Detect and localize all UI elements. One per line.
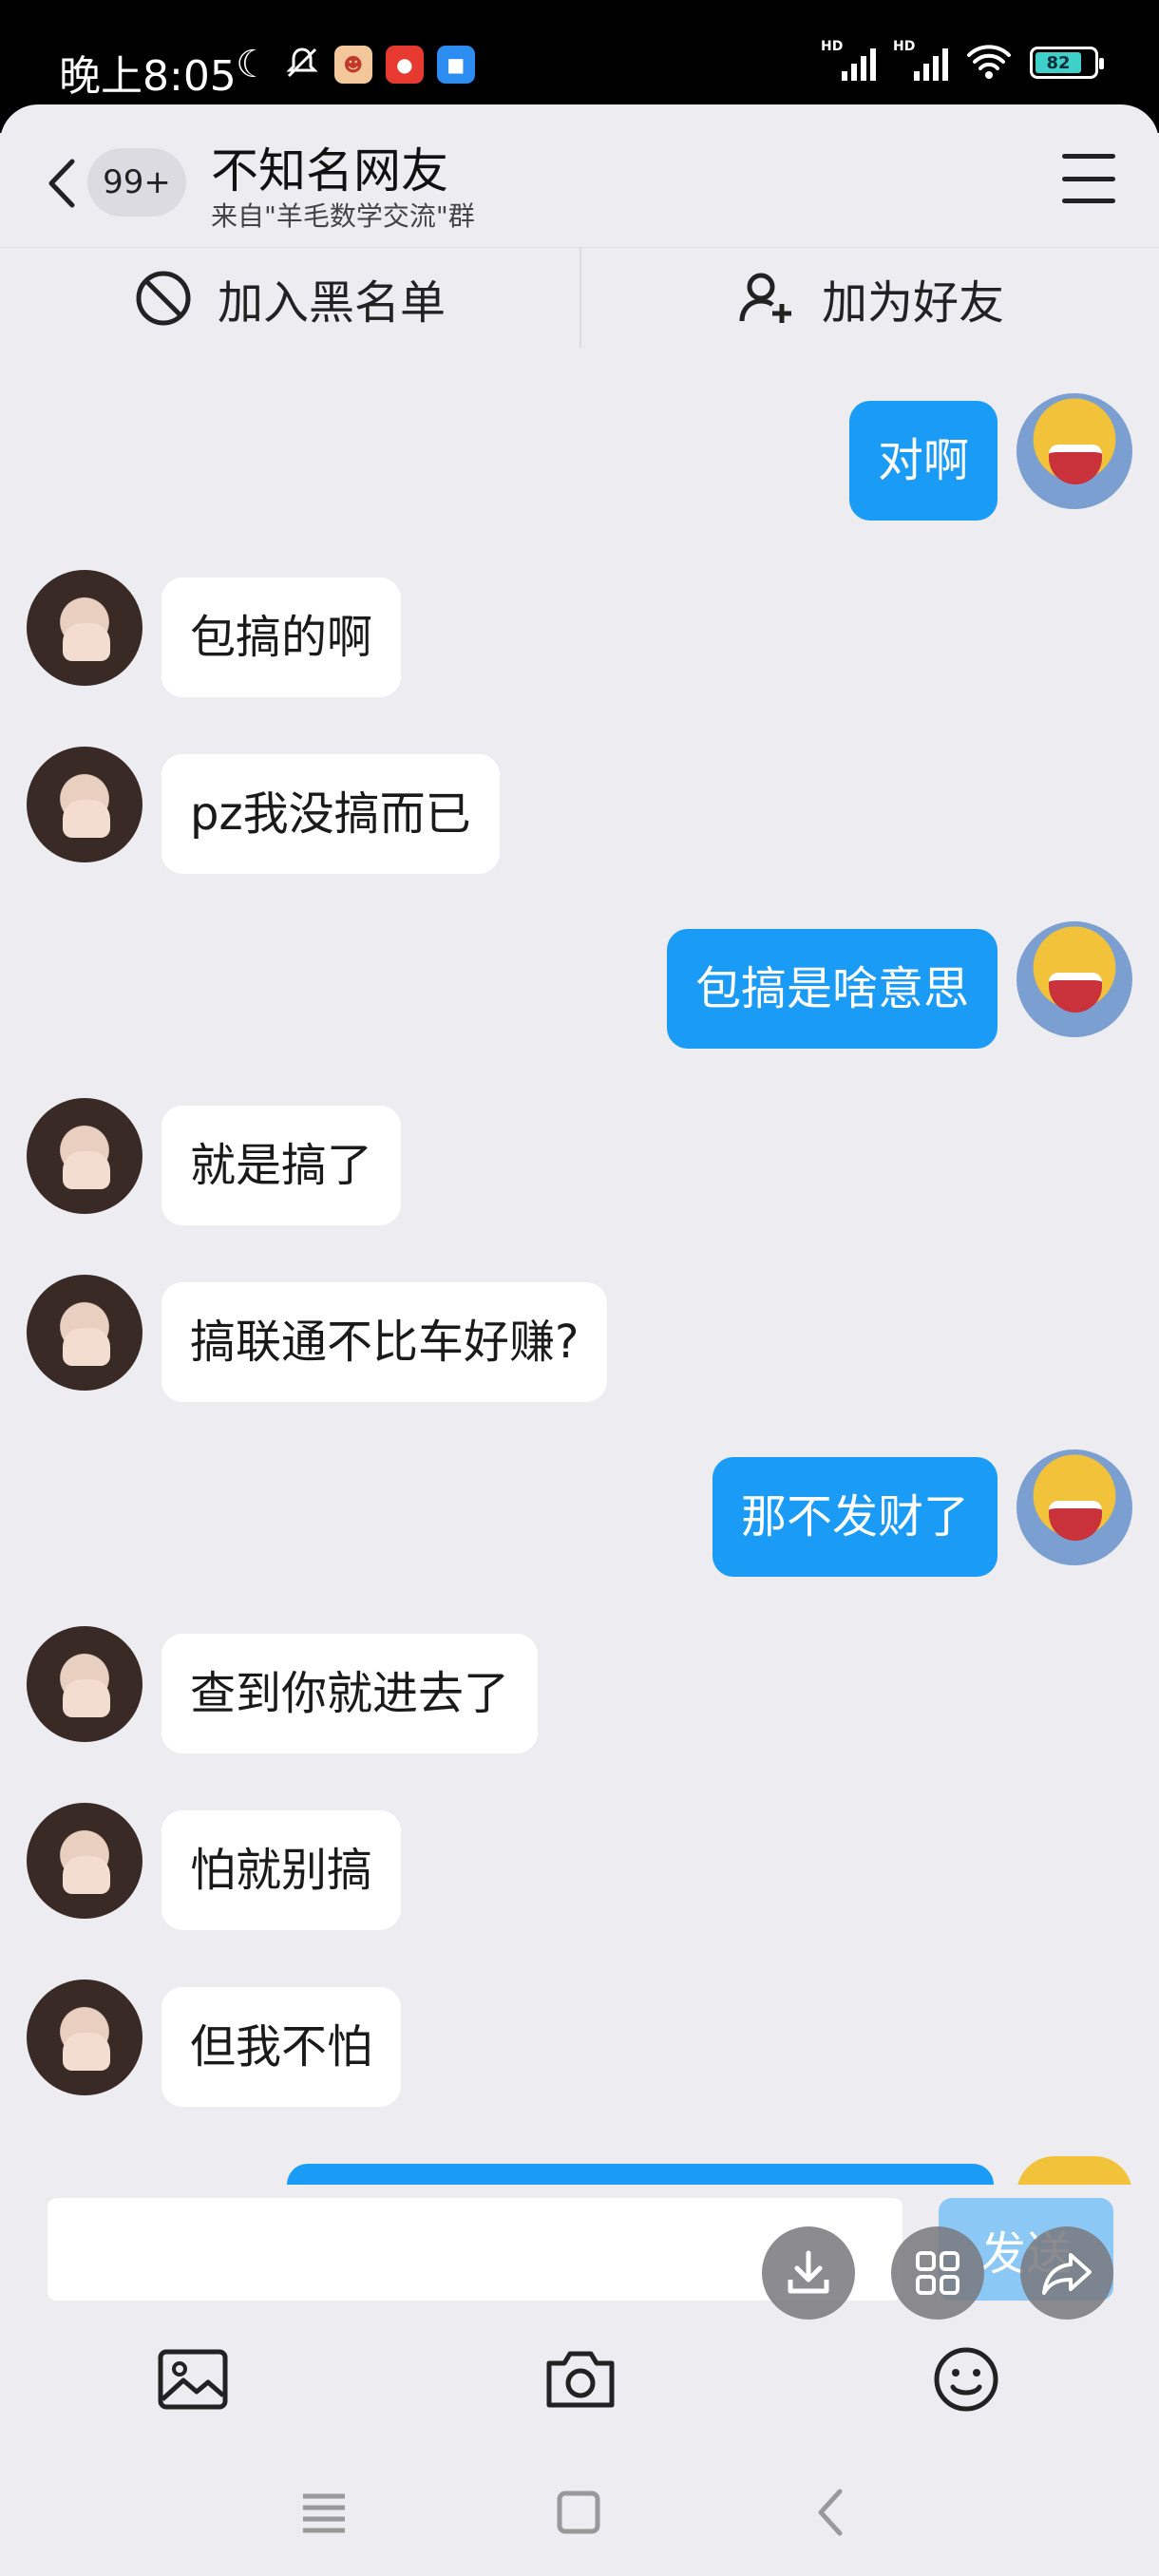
contact-avatar[interactable] bbox=[27, 1098, 142, 1214]
chat-header: 99+ 不知名网友 来自"羊毛数学交流"群 加入黑名单 加为好友 bbox=[0, 104, 1159, 348]
mute-icon bbox=[283, 44, 321, 85]
home-button[interactable] bbox=[545, 2479, 612, 2546]
app-notification-icon-1: ☻ bbox=[333, 46, 372, 84]
message-incoming: 查到你就进去了 bbox=[27, 1626, 557, 1753]
menu-icon bbox=[1062, 154, 1115, 159]
block-icon bbox=[136, 271, 191, 325]
my-avatar[interactable] bbox=[1016, 921, 1132, 1037]
app-notification-icon-3: ■ bbox=[436, 46, 475, 84]
wifi-icon bbox=[965, 42, 1013, 84]
back-button[interactable] bbox=[40, 150, 87, 217]
emoji-button[interactable] bbox=[923, 2337, 1009, 2422]
share-button[interactable] bbox=[1020, 2226, 1113, 2320]
emoji-icon bbox=[934, 2347, 998, 2412]
recents-icon bbox=[303, 2493, 345, 2533]
message-incoming: 搞联通不比车好赚? bbox=[27, 1275, 626, 1402]
moon-icon: ☾ bbox=[236, 43, 270, 86]
menu-button[interactable] bbox=[1062, 154, 1115, 203]
share-arrow-icon bbox=[1042, 2253, 1092, 2295]
contact-name: 不知名网友 bbox=[211, 143, 448, 199]
grid-icon bbox=[916, 2251, 960, 2295]
message-bubble[interactable]: 怕就别搞 bbox=[162, 1810, 402, 1930]
message-bubble[interactable]: 那不发财了 bbox=[712, 1457, 998, 1577]
image-icon bbox=[158, 2349, 228, 2410]
contact-avatar[interactable] bbox=[27, 570, 142, 686]
home-square-icon bbox=[557, 2491, 600, 2534]
download-button[interactable] bbox=[762, 2226, 855, 2320]
my-avatar[interactable] bbox=[1016, 1449, 1132, 1565]
status-icons-right: HD HD 82 bbox=[821, 39, 1104, 84]
message-outgoing: 那不发财了 bbox=[694, 1449, 1132, 1577]
message-bubble[interactable]: 包搞的啊 bbox=[162, 578, 402, 697]
message-incoming: 但我不怕 bbox=[27, 1979, 420, 2107]
contact-avatar[interactable] bbox=[27, 1803, 142, 1919]
add-to-blacklist-button[interactable]: 加入黑名单 bbox=[0, 248, 580, 348]
composer: 发送 bbox=[0, 2185, 1159, 2306]
message-bubble[interactable]: 包搞是啥意思 bbox=[666, 929, 998, 1049]
message-bubble[interactable]: 就是搞了 bbox=[162, 1106, 402, 1225]
contact-avatar[interactable] bbox=[27, 1979, 142, 2095]
add-friend-label: 加为好友 bbox=[821, 275, 1004, 330]
my-avatar[interactable] bbox=[1016, 393, 1132, 509]
camera-icon bbox=[546, 2351, 615, 2408]
app-notification-icon-2: ● bbox=[385, 46, 424, 84]
add-to-blacklist-label: 加入黑名单 bbox=[217, 275, 446, 330]
status-time: 晚上8:05 bbox=[59, 52, 237, 101]
unread-badge[interactable]: 99+ bbox=[87, 148, 186, 217]
message-bubble-partial[interactable] bbox=[287, 2164, 994, 2185]
back-triangle-icon bbox=[818, 2489, 843, 2536]
message-bubble[interactable]: 但我不怕 bbox=[162, 1987, 402, 2107]
contact-source: 来自"羊毛数学交流"群 bbox=[211, 200, 475, 232]
system-nav-bar bbox=[0, 2451, 1159, 2576]
message-bubble[interactable]: pz我没搞而已 bbox=[162, 754, 500, 874]
message-incoming: 包搞的啊 bbox=[27, 570, 420, 697]
message-incoming: pz我没搞而已 bbox=[27, 747, 519, 874]
message-incoming: 怕就别搞 bbox=[27, 1803, 420, 1930]
stranger-actions: 加入黑名单 加为好友 bbox=[0, 247, 1159, 348]
signal-icon-sim1: HD bbox=[821, 39, 876, 81]
message-list[interactable]: 对啊 包搞的啊 pz我没搞而已 包搞是啥意思 就是搞了 搞联通不比车好赚? 那不… bbox=[0, 348, 1159, 2185]
message-outgoing: 对啊 bbox=[830, 393, 1132, 521]
system-back-button[interactable] bbox=[798, 2479, 864, 2546]
download-icon bbox=[788, 2250, 829, 2294]
chevron-left-icon bbox=[48, 159, 75, 208]
contact-avatar[interactable] bbox=[27, 747, 142, 862]
my-avatar-partial[interactable] bbox=[1016, 2156, 1132, 2185]
apps-button[interactable] bbox=[891, 2226, 984, 2320]
message-bubble[interactable]: 查到你就进去了 bbox=[162, 1634, 539, 1753]
add-user-icon bbox=[739, 273, 791, 323]
image-button[interactable] bbox=[150, 2337, 236, 2422]
camera-button[interactable] bbox=[538, 2337, 623, 2422]
add-friend-button[interactable]: 加为好友 bbox=[580, 248, 1159, 348]
message-incoming: 就是搞了 bbox=[27, 1098, 420, 1225]
contact-avatar[interactable] bbox=[27, 1626, 142, 1742]
battery-level: 82 bbox=[1036, 52, 1081, 73]
recents-button[interactable] bbox=[291, 2479, 357, 2546]
composer-toolbar bbox=[0, 2327, 1159, 2432]
signal-icon-sim2: HD bbox=[893, 39, 948, 81]
message-bubble[interactable]: 搞联通不比车好赚? bbox=[162, 1282, 608, 1402]
contact-avatar[interactable] bbox=[27, 1275, 142, 1391]
battery-icon: 82 bbox=[1030, 47, 1104, 79]
message-bubble[interactable]: 对啊 bbox=[848, 401, 998, 521]
message-outgoing: 包搞是啥意思 bbox=[648, 921, 1132, 1049]
status-icons-left: ☾ ☻ ● ■ bbox=[236, 42, 475, 87]
